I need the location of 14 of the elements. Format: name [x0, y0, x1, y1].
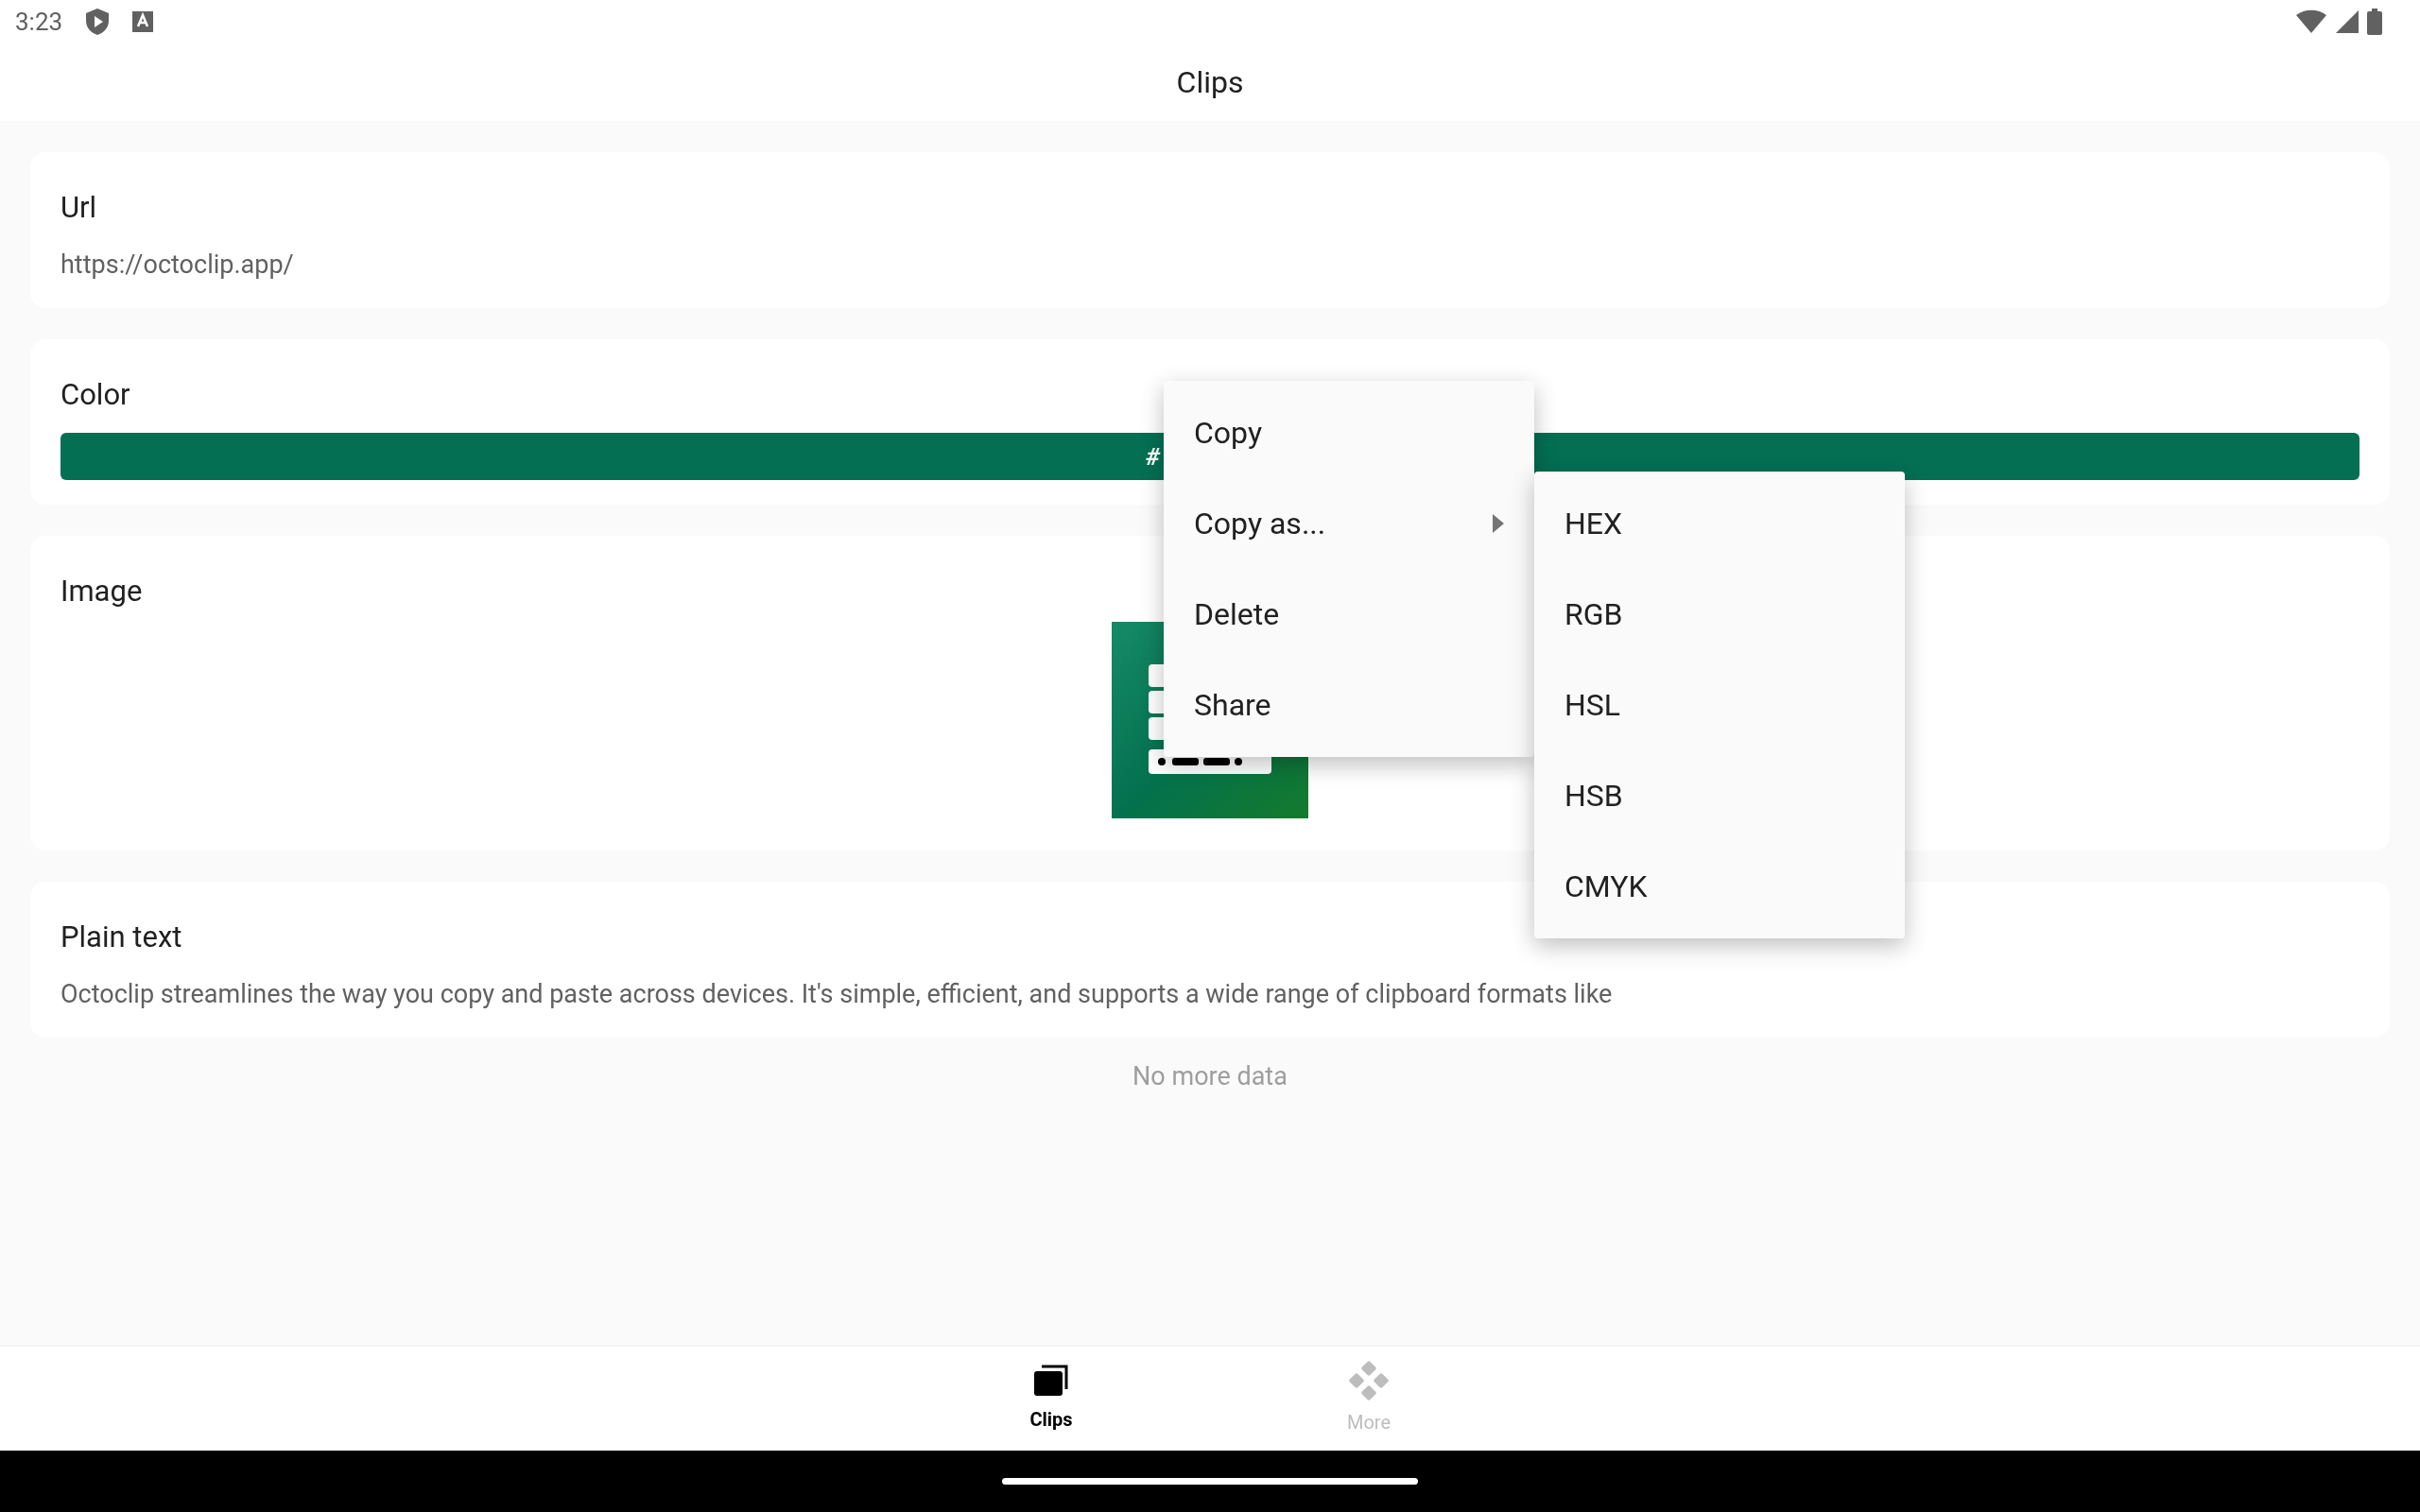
menu-item-label: Share — [1194, 686, 1271, 725]
menu-item-label: Delete — [1194, 595, 1280, 634]
clip-type-label: Color — [60, 377, 130, 414]
app-title: Clips — [1176, 63, 1244, 102]
plain-text: Octoclip streamlines the way you copy and paste across devices. It's simple, efficient, and supports a wide range of clipboard formats like — [60, 977, 1614, 1011]
color-value: # — [1146, 440, 1160, 472]
end-of-list-text: No more data — [1132, 1060, 1288, 1093]
status-time: 3:23 — [15, 6, 63, 38]
clip-type-label: Plain text — [60, 919, 182, 956]
url-text: https://octoclip.app/ — [60, 248, 295, 282]
menu-item-label: Copy as... — [1194, 505, 1326, 543]
menu-item-label: Copy — [1194, 414, 1262, 453]
clip-type-label: Url — [60, 190, 97, 227]
clip-type-label: Image — [60, 574, 143, 610]
